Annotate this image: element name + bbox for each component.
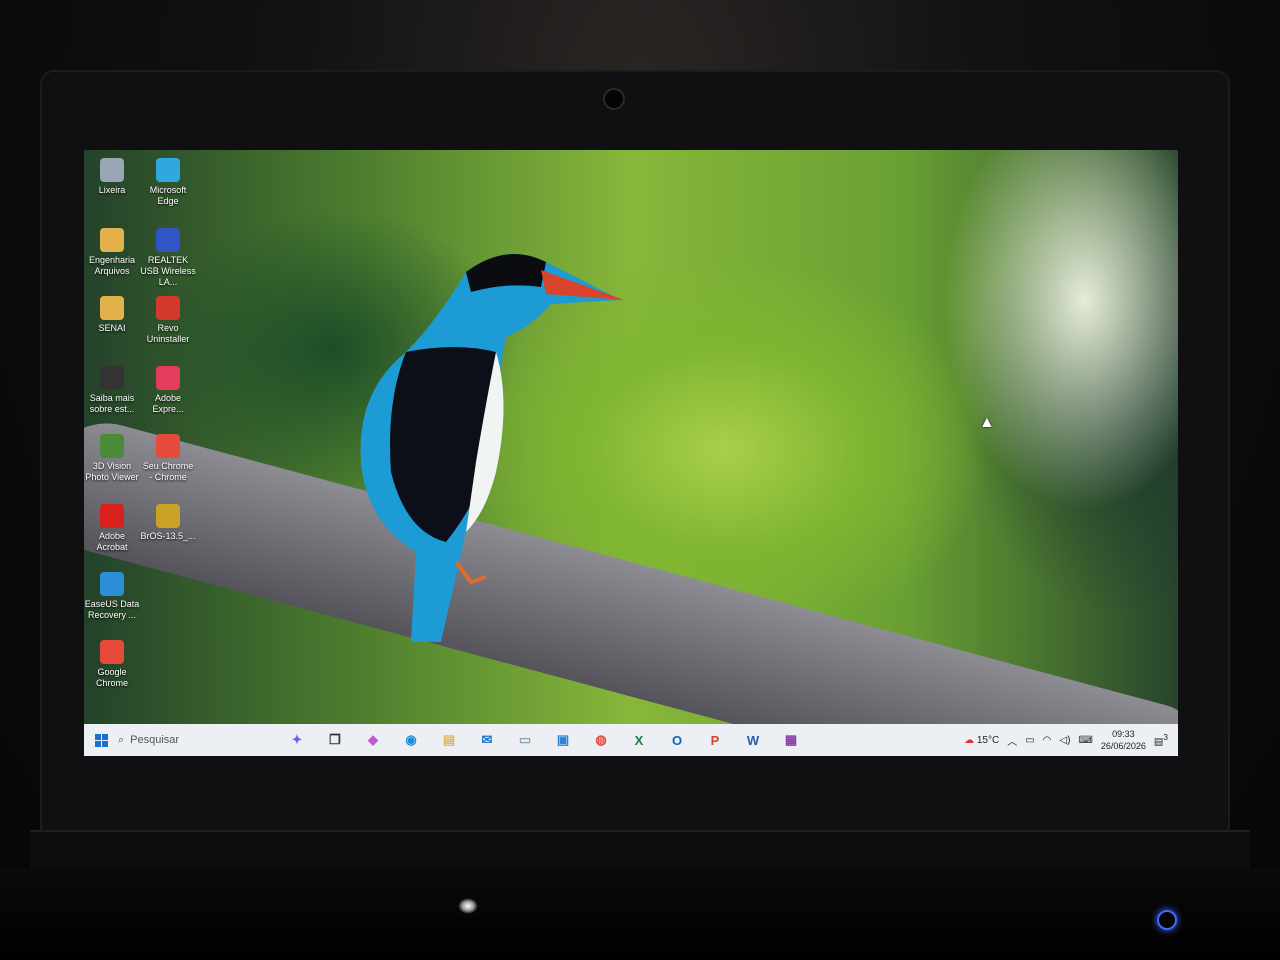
desktop-icon[interactable]: Engenharia Arquivos (84, 228, 140, 277)
copilot-app-icon[interactable]: ◆ (359, 726, 387, 754)
desktop-icon-label: EaseUS Data Recovery ... (84, 599, 140, 620)
task-view-icon[interactable]: ❐ (321, 726, 349, 754)
battery-icon[interactable]: ▭ (1025, 735, 1034, 746)
edge-icon[interactable]: ◉ (397, 726, 425, 754)
search-placeholder: Pesquisar (130, 734, 180, 746)
notepad-icon[interactable]: ▭ (511, 726, 539, 754)
notification-button[interactable]: ▤3 (1154, 732, 1168, 747)
desktop-icon-label: Google Chrome (95, 667, 128, 688)
desktop-icon-label: REALTEK USB Wireless LA... (140, 255, 196, 287)
desktop-icon-label: Lixeira (98, 185, 126, 195)
outlook-new-icon[interactable]: ✉ (473, 726, 501, 754)
chevron-up-icon[interactable]: ︿ (1007, 733, 1017, 748)
desktop-icon[interactable]: Seu Chrome - Chrome (140, 434, 196, 483)
system-tray: ☁ 15°C ︿ ▭ ◠ ◁) ⌨ 09:33 26/06/2026 ▤3 (964, 728, 1178, 752)
status-light (458, 898, 478, 914)
desktop-icon-label: Adobe Expre... (152, 393, 184, 414)
desktop-icon-label: Seu Chrome - Chrome (142, 461, 194, 482)
desktop-icon[interactable]: Lixeira (84, 158, 140, 196)
file-explorer-icon[interactable]: ▤ (435, 726, 463, 754)
volume-icon[interactable]: ◁) (1059, 735, 1070, 746)
app-icon (100, 158, 124, 182)
app-icon (100, 228, 124, 252)
winrar-icon[interactable]: ▦ (777, 726, 805, 754)
desktop-icon-label: Revo Uninstaller (146, 323, 190, 344)
desktop-icon[interactable]: Adobe Expre... (140, 366, 196, 415)
app-icon (156, 228, 180, 252)
laptop-base (0, 868, 1280, 960)
desktop-icon-label: Microsoft Edge (149, 185, 187, 206)
clock-date: 26/06/2026 (1100, 741, 1146, 751)
desktop-icon[interactable]: Adobe Acrobat (84, 504, 140, 553)
clock-time: 09:33 (1112, 729, 1135, 739)
app-icon (100, 572, 124, 596)
app-icon (156, 158, 180, 182)
app-icon (100, 434, 124, 458)
desktop-icon[interactable]: SENAI (84, 296, 140, 334)
app-icon (156, 296, 180, 320)
app-icon (100, 366, 124, 390)
desktop-icon[interactable]: BrOS-13.5_... (140, 504, 196, 542)
keyboard-icon[interactable]: ⌨ (1078, 735, 1092, 746)
wifi-icon[interactable]: ◠ (1043, 735, 1052, 746)
notification-count: 3 (1163, 732, 1168, 743)
desktop-icon[interactable]: Saiba mais sobre est... (84, 366, 140, 415)
copilot-icon[interactable]: ✦ (283, 726, 311, 754)
power-light (1157, 910, 1177, 930)
app-icon (100, 640, 124, 664)
desktop-icon[interactable]: Google Chrome (84, 640, 140, 689)
desktop-icon-label: 3D Vision Photo Viewer (85, 461, 139, 482)
taskbar: ⌕ Pesquisar ✦ ❐ ◆ ◉ ▤ ✉ ▭ ▣ ◍ X O P W ▦ ☁ 15°C ︿ ▭ ◠ … (84, 724, 1178, 756)
app-icon (100, 504, 124, 528)
wallpaper-kingfisher (360, 254, 624, 642)
desktop-screen: ▲ Lixeira Microsoft Edge Engenharia Arquiv… (84, 150, 1178, 756)
desktop-icon[interactable]: 3D Vision Photo Viewer (84, 434, 140, 483)
desktop-icon-label: Adobe Acrobat (96, 531, 128, 552)
search-box[interactable]: ⌕ Pesquisar (118, 728, 278, 752)
desktop-icon[interactable]: Microsoft Edge (140, 158, 196, 207)
desktop-icon-label: Saiba mais sobre est... (89, 393, 135, 414)
powerpoint-icon[interactable]: P (701, 726, 729, 754)
laptop-hinge (30, 830, 1250, 872)
desktop-icon-label: BrOS-13.5_... (140, 531, 196, 541)
windows-logo-icon (94, 733, 108, 747)
notification-icon: ▤ (1153, 736, 1164, 748)
app-icon (100, 296, 124, 320)
search-icon: ⌕ (118, 733, 125, 746)
start-button[interactable] (84, 724, 118, 756)
remote-desktop-icon[interactable]: ▣ (549, 726, 577, 754)
desktop-icon-label: SENAI (98, 323, 126, 333)
desktop-icon[interactable]: REALTEK USB Wireless LA... (140, 228, 196, 288)
app-icon (156, 504, 180, 528)
pinned-apps: ✦ ❐ ◆ ◉ ▤ ✉ ▭ ▣ ◍ X O P W ▦ (278, 726, 810, 754)
outlook-icon[interactable]: O (663, 726, 691, 754)
weather-icon: ☁ (964, 734, 975, 746)
excel-icon[interactable]: X (625, 726, 653, 754)
app-icon (156, 366, 180, 390)
weather-widget[interactable]: ☁ 15°C (964, 735, 999, 746)
desktop-icon[interactable]: EaseUS Data Recovery ... (84, 572, 140, 621)
desktop-icon[interactable]: Revo Uninstaller (140, 296, 196, 345)
webcam (603, 88, 625, 110)
clock[interactable]: 09:33 26/06/2026 (1101, 728, 1146, 752)
chrome-icon[interactable]: ◍ (587, 726, 615, 754)
weather-temp: 15°C (976, 734, 1000, 746)
desktop-icon-label: Engenharia Arquivos (88, 255, 136, 276)
word-icon[interactable]: W (739, 726, 767, 754)
mouse-cursor: ▲ (979, 414, 995, 431)
app-icon (156, 434, 180, 458)
wallpaper-branch (84, 410, 1178, 756)
